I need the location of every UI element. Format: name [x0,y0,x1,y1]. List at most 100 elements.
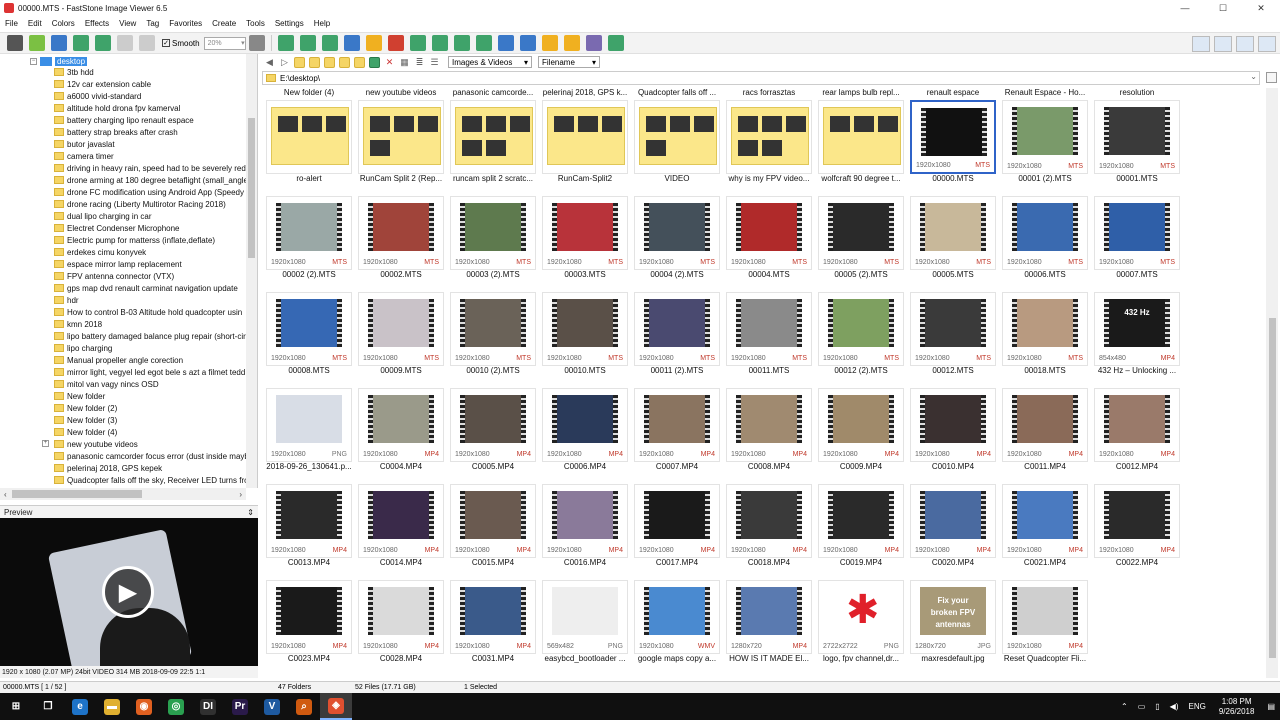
thumbnail-card[interactable]: 1920x1080 MTS [542,292,628,366]
thumbnail-card[interactable]: 1920x1080 MTS [818,292,904,366]
thumbnail-card[interactable]: 1920x1080 MP4 [1002,388,1088,462]
image-thumbnail[interactable]: 569x482 PNG easybcd_bootloader ... [542,568,628,664]
thumbnail-card[interactable]: 1920x1080 MP4 [266,484,352,558]
taskbar-start-button[interactable]: ⊞ [0,693,32,720]
video-thumbnail[interactable]: 1920x1080 MP4 C0007.MP4 [634,376,720,472]
thumbnail-card[interactable]: 1920x1080 MP4 [1094,388,1180,462]
thumbnail-card[interactable]: 1920x1080 PNG [266,388,352,462]
menu-favorites[interactable]: Favorites [164,19,207,28]
thumbnail-card[interactable]: 1920x1080 MTS [1002,196,1088,270]
favorite-folder-icon[interactable] [339,56,350,68]
list-view-icon[interactable]: ≣ [414,57,425,68]
video-thumbnail[interactable]: 1920x1080 MP4 Reset Quadcopter Fli... [1002,568,1088,664]
menu-help[interactable]: Help [309,19,335,28]
layout-2-icon[interactable] [1214,36,1232,52]
fit-icon[interactable] [277,35,294,51]
video-thumbnail[interactable]: 1920x1080 MTS 00009.MTS [358,280,444,376]
thumbnail-card[interactable]: 1920x1080 MP4 [542,388,628,462]
video-thumbnail[interactable]: Renault Espace - Ho... 1920x1080 MTS 00001 … [1002,88,1088,184]
thumbnail-card[interactable]: ✱ 2722x2722 PNG [818,580,904,654]
save-icon[interactable] [51,35,67,51]
delete-icon[interactable]: ✕ [384,57,395,68]
video-thumbnail[interactable]: 1920x1080 MTS 00011.MTS [726,280,812,376]
crop-icon[interactable] [475,35,492,51]
video-thumbnail[interactable]: 1920x1080 MTS 00002.MTS [358,184,444,280]
tree-item[interactable]: drone arming at 180 degree betaflight (s… [54,174,246,186]
video-thumbnail[interactable]: 1920x1080 MP4 C0014.MP4 [358,472,444,568]
taskbar-edge-button[interactable]: e [64,693,96,720]
up-folder-icon[interactable] [294,56,305,68]
volume-icon[interactable]: ◀) [1170,702,1179,711]
thumbnail-card[interactable]: 1920x1080 MTS [1094,196,1180,270]
notifications-icon[interactable]: ▤ [1267,702,1275,711]
folder-thumbnail[interactable]: rear lamps bulb repl... wolfcraft 90 degr… [818,88,904,184]
tree-item[interactable]: battery strap breaks after crash [54,126,246,138]
tree-item[interactable]: panasonic camcorder focus error (dust in… [54,450,246,462]
tree-item[interactable]: butor javaslat [54,138,246,150]
video-thumbnail[interactable]: 1920x1080 MTS 00010 (2).MTS [450,280,536,376]
collapse-icon[interactable]: − [30,58,37,65]
video-thumbnail[interactable]: 1920x1080 MTS 00007.MTS [1094,184,1180,280]
tree-item[interactable]: How to control B-03 Altitude hold quadco… [54,306,246,318]
video-thumbnail[interactable]: 1920x1080 MP4 C0021.MP4 [1002,472,1088,568]
tree-item[interactable]: New folder [54,390,246,402]
thumbnail-card[interactable]: 1920x1080 MP4 [542,484,628,558]
scroll-right-icon[interactable]: › [239,490,242,499]
video-thumbnail[interactable]: 1920x1080 MTS 00008.MTS [266,280,352,376]
draw-icon[interactable] [519,35,536,51]
thumbnail-card[interactable]: 1920x1080 MTS [450,196,536,270]
taskbar-file-explorer-button[interactable]: ▬ [96,693,128,720]
thumbnail-card[interactable]: 1920x1080 WMV [634,580,720,654]
video-thumbnail[interactable]: 1920x1080 MTS 00012.MTS [910,280,996,376]
menu-edit[interactable]: Edit [23,19,47,28]
thumbnail-card[interactable]: 1920x1080 MTS [450,292,536,366]
taskbar-davinci-button[interactable]: DI [192,693,224,720]
tree-item[interactable]: Manual propeller angle corection [54,354,246,366]
thumbnail-card[interactable]: 1920x1080 MP4 [358,580,444,654]
tree-item[interactable]: mirror light, vegyel led egot bele s azt… [54,366,246,378]
thumbnail-card[interactable] [358,100,444,174]
video-thumbnail[interactable]: 1920x1080 MP4 C0022.MP4 [1094,472,1180,568]
video-thumbnail[interactable]: resolution 1920x1080 MTS 00001.MTS [1094,88,1180,184]
scrollbar-thumb[interactable] [1269,318,1276,658]
tree-item[interactable]: mitol van vagy nincs OSD [54,378,246,390]
folder-thumbnail[interactable]: New folder (4) ro-alert [266,88,352,184]
video-thumbnail[interactable]: 1920x1080 MP4 C0004.MP4 [358,376,444,472]
open-folder-icon[interactable] [29,35,45,51]
tree-item[interactable]: camera timer [54,150,246,162]
video-thumbnail[interactable]: 1920x1080 MP4 C0011.MP4 [1002,376,1088,472]
tree-item[interactable]: New folder (2) [54,402,246,414]
thumbnail-card[interactable] [726,100,812,174]
next-image-icon[interactable] [343,35,360,51]
zoom-in-icon[interactable] [117,35,133,51]
chevron-up-icon[interactable]: ⌃ [1121,702,1128,711]
video-thumbnail[interactable]: 432 Hz 854x480 MP4 432 Hz – Unlocking ... [1094,280,1180,376]
thumbnail-card[interactable]: 1920x1080 MTS [726,292,812,366]
thumbnail-card[interactable]: 1920x1080 MP4 [358,388,444,462]
folder-thumbnail[interactable]: new youtube videos RunCam Split 2 (Rep... [358,88,444,184]
chevron-down-icon[interactable]: ⌄ [1250,72,1257,81]
tree-item[interactable]: a6000 vivid-standard [54,90,246,102]
file-filter-select[interactable]: Images & Videos ▾ [448,56,532,68]
smooth-toggle[interactable]: ✓ Smooth [162,39,200,48]
image-thumbnail[interactable]: Fix your broken FPV antennas 1280x720 JPG m… [910,568,996,664]
folder-thumbnail[interactable]: pelerinaj 2018, GPS k... RunCam-Split2 [542,88,628,184]
refresh-folder-icon[interactable] [369,56,380,68]
new-folder-icon[interactable] [324,56,335,68]
red-eye-icon[interactable] [387,35,404,51]
thumbnail-card[interactable]: 1920x1080 MP4 [726,388,812,462]
scroll-left-icon[interactable]: ‹ [4,490,7,499]
menu-file[interactable]: File [0,19,23,28]
tree-item[interactable]: Quadcopter falls off the sky, Receiver L… [54,474,246,486]
close-button[interactable]: ✕ [1242,0,1280,16]
resize-icon[interactable] [497,35,514,51]
thumbnail-card[interactable]: 1920x1080 MP4 [1002,484,1088,558]
taskbar-chrome-button[interactable]: ◎ [160,693,192,720]
video-thumbnail[interactable]: 1920x1080 MP4 C0009.MP4 [818,376,904,472]
video-thumbnail[interactable]: 1920x1080 MP4 C0015.MP4 [450,472,536,568]
thumbnail-card[interactable]: 1920x1080 MP4 [910,484,996,558]
video-thumbnail[interactable]: 1920x1080 MP4 C0006.MP4 [542,376,628,472]
video-thumbnail[interactable]: 1920x1080 MTS 00012 (2).MTS [818,280,904,376]
thumbnail-card[interactable] [450,100,536,174]
thumbnail-card[interactable]: 1920x1080 MP4 [450,484,536,558]
